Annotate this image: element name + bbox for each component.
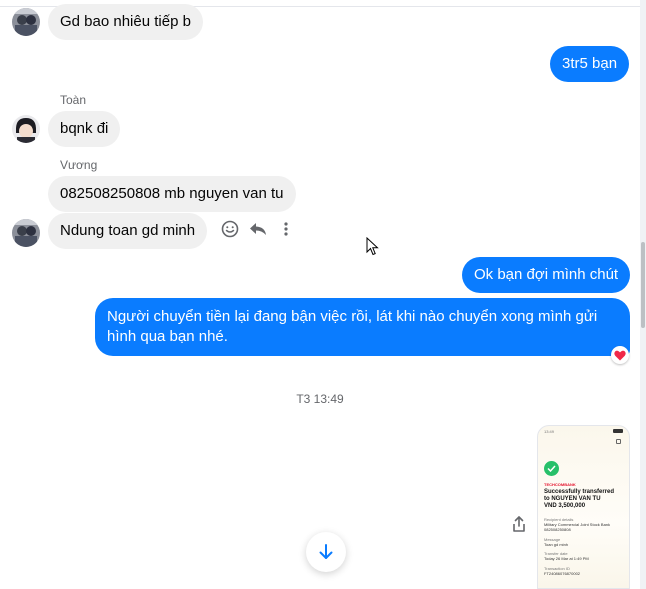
smiley-icon[interactable]: [220, 219, 240, 239]
receipt-value: Today 26 Mar at 1:49 PM: [544, 556, 589, 561]
message-bubble-outgoing[interactable]: Ok bạn đợi mình chút: [462, 257, 631, 293]
receipt-title: Successfully transferred: [544, 489, 615, 495]
battery-icon: [613, 429, 623, 433]
message-bubble-incoming[interactable]: Gd bao nhiêu tiếp b: [48, 4, 203, 40]
receipt-value: 082508250808: [544, 527, 571, 532]
receipt-amount: VND 3,500,000: [544, 503, 586, 509]
shared-image-receipt[interactable]: 13:49 TECHCOMBANK Successfully transferr…: [537, 425, 630, 589]
receipt-status-time: 13:49: [544, 429, 555, 434]
message-bubble-outgoing[interactable]: 3tr5 bạn: [550, 46, 630, 82]
receipt-value: Toan gd minh: [544, 542, 569, 547]
message-bubble-incoming[interactable]: bqnk đi: [48, 111, 121, 147]
check-icon: [544, 461, 559, 476]
heart-icon[interactable]: [611, 346, 629, 364]
scrollbar-thumb[interactable]: [641, 242, 645, 328]
more-vertical-icon[interactable]: [276, 219, 296, 239]
timestamp-divider: T3 13:49: [296, 392, 344, 406]
receipt-title: to NGUYEN VAN TU: [544, 496, 601, 502]
avatar[interactable]: [12, 115, 40, 143]
share-small-icon: [616, 439, 621, 444]
bank-brand: TECHCOMBANK: [544, 482, 576, 487]
message-line: hình qua bạn nhé.: [107, 328, 228, 345]
sender-name: Vương: [60, 158, 98, 172]
message-bubble-incoming[interactable]: Ndung toan gd minh: [48, 213, 208, 249]
arrow-down-icon: [319, 544, 333, 559]
mouse-cursor-icon: [366, 236, 379, 261]
message-bubble-outgoing[interactable]: Người chuyển tiền lại đang bận việc rồi,…: [95, 298, 630, 356]
reply-icon[interactable]: [248, 219, 268, 239]
sender-name: Toàn: [60, 93, 87, 107]
scroll-to-bottom-button[interactable]: [306, 532, 346, 572]
message-bubble-incoming[interactable]: 082508250808 mb nguyen van tu: [48, 176, 296, 212]
avatar[interactable]: [12, 219, 40, 247]
message-line: Người chuyển tiền lại đang bận việc rồi,…: [107, 308, 598, 325]
avatar[interactable]: [12, 8, 40, 36]
share-icon[interactable]: [509, 514, 529, 534]
receipt-value: FT24086076870002: [544, 571, 581, 576]
